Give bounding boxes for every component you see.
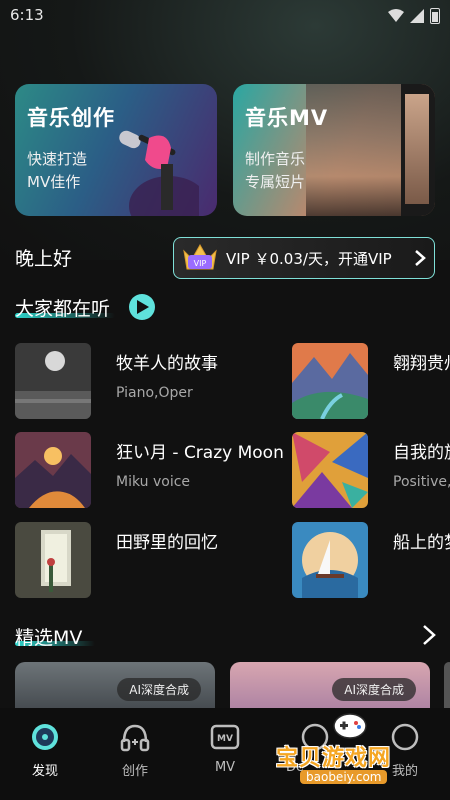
- status-icons: [388, 8, 440, 24]
- vip-banner[interactable]: VIP VIP ￥0.03/天，开通VIP: [173, 237, 435, 279]
- crown-icon: VIP: [183, 243, 217, 270]
- battery-icon: [430, 8, 440, 24]
- song-title: 船上的梦: [393, 533, 450, 553]
- card-title: 音乐MV: [245, 106, 329, 130]
- chevron-right-icon[interactable]: [422, 624, 436, 646]
- song-tags: Positive,: [393, 474, 450, 490]
- nav-label: 创作: [121, 764, 148, 779]
- play-all-button[interactable]: [129, 294, 155, 320]
- listening-section-title: 大家都在听: [15, 298, 111, 320]
- film-strip-decoration: [401, 84, 435, 216]
- music-mv-card[interactable]: 音乐MV 制作音乐 专属短片: [233, 84, 435, 216]
- card-title: 音乐创作: [27, 106, 115, 130]
- singer-microphone-illustration: [119, 130, 199, 216]
- signal-icon: [410, 9, 424, 23]
- ai-badge: AI深度合成: [332, 678, 416, 701]
- song-cover: [292, 343, 368, 419]
- song-cover: [15, 522, 91, 598]
- mv-icon: MV: [210, 724, 240, 750]
- status-bar: 6:13: [0, 0, 450, 32]
- disc-icon: [32, 724, 58, 750]
- wifi-icon: [388, 9, 404, 22]
- song-title: 自我的旅程: [393, 443, 450, 463]
- play-icon: [137, 300, 149, 314]
- headphones-icon: [120, 724, 150, 752]
- nav-discover[interactable]: 发现: [0, 708, 90, 800]
- song-item[interactable]: 自我的旅程 Positive,: [292, 432, 450, 508]
- nav-mv[interactable]: MV MV: [180, 708, 270, 800]
- card-subtitle-line1: 快速打造: [27, 150, 88, 168]
- song-item[interactable]: 翱翔贵州: [292, 343, 450, 419]
- song-cover: [15, 432, 91, 508]
- nav-create[interactable]: 创作: [90, 708, 180, 800]
- song-item[interactable]: 狂い月 - Crazy Moon Miku voice: [15, 432, 285, 508]
- song-title: 牧羊人的故事: [116, 354, 218, 374]
- greeting-text: 晚上好: [15, 248, 73, 270]
- song-item[interactable]: 田野里的回忆: [15, 522, 285, 598]
- ai-badge: AI深度合成: [117, 678, 201, 701]
- song-cover: [292, 522, 368, 598]
- music-creation-card[interactable]: 音乐创作 快速打造 MV佳作: [15, 84, 217, 216]
- song-title: 狂い月 - Crazy Moon: [116, 443, 284, 463]
- chevron-right-icon: [415, 250, 426, 266]
- song-title: 翱翔贵州: [393, 354, 450, 374]
- status-time: 6:13: [10, 6, 44, 24]
- gamepad-icon: [333, 713, 367, 739]
- svg-text:MV: MV: [217, 734, 233, 744]
- nav-label: MV: [214, 760, 236, 775]
- featured-mv-title: 精选MV: [15, 627, 83, 649]
- song-tags: Miku voice: [116, 474, 191, 490]
- song-cover: [292, 432, 368, 508]
- song-title: 田野里的回忆: [116, 533, 218, 553]
- song-column-right: 翱翔贵州 自我的旅程 Positive, 船上的梦: [292, 340, 450, 602]
- card-subtitle-line2: 专属短片: [245, 173, 306, 191]
- vip-banner-text: VIP ￥0.03/天，开通VIP: [226, 249, 392, 268]
- card-subtitle-line1: 制作音乐: [245, 150, 306, 168]
- song-tags: Piano,Oper: [116, 385, 193, 401]
- song-cover: [15, 343, 91, 419]
- song-item[interactable]: 船上的梦: [292, 522, 450, 598]
- card-subtitle-line2: MV佳作: [27, 173, 81, 191]
- watermark-text: 宝贝游戏网: [276, 746, 392, 771]
- svg-text:VIP: VIP: [194, 259, 207, 268]
- watermark-url: baobeiy.com: [300, 770, 388, 784]
- nav-label: 发现: [31, 764, 58, 779]
- song-item[interactable]: 牧羊人的故事 Piano,Oper: [15, 343, 285, 419]
- site-watermark: 宝贝游戏网 baobeiy.com: [276, 706, 424, 792]
